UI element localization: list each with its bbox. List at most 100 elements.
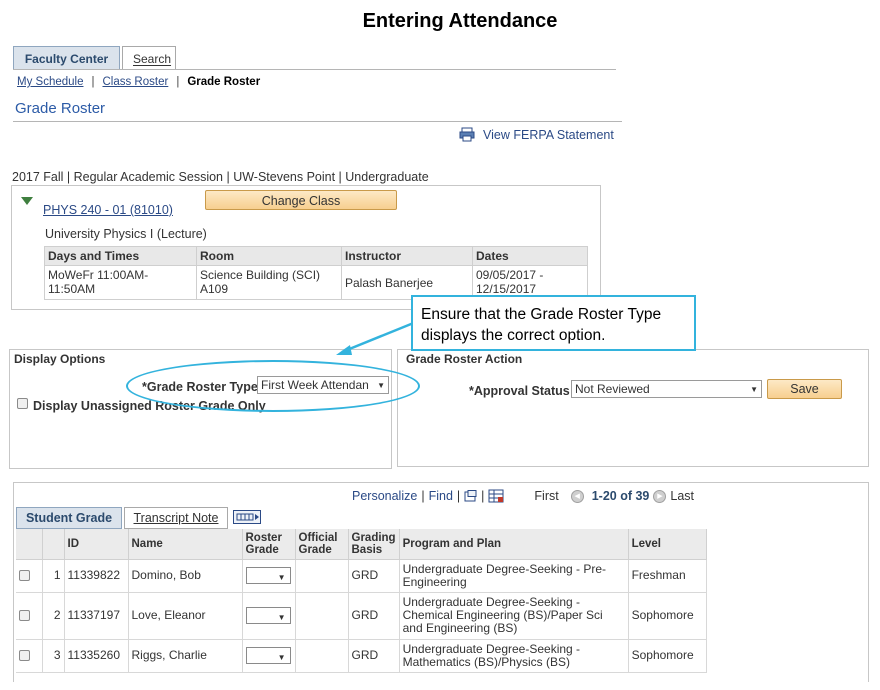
student-id: 11339822 bbox=[64, 559, 129, 593]
grid-navigation: Personalize | Find | | First ◀ 1-20 of 3… bbox=[352, 489, 694, 503]
column-header-program: Program and Plan bbox=[399, 529, 629, 560]
dropdown-arrow-icon: ▼ bbox=[750, 384, 758, 394]
tab-transcript-note[interactable]: Transcript Note bbox=[124, 507, 228, 529]
show-all-columns-icon[interactable] bbox=[233, 510, 261, 524]
table-row: 2 11337197 Love, Eleanor ▼ GRD Undergrad… bbox=[16, 592, 708, 640]
roster-grade-cell: ▼ bbox=[242, 559, 296, 593]
subnav-separator: | bbox=[91, 76, 95, 88]
class-description: University Physics I (Lecture) bbox=[45, 227, 207, 241]
meeting-days: MoWeFr 11:00AM-11:50AM bbox=[44, 265, 197, 300]
subnav-separator: | bbox=[176, 76, 180, 88]
find-link[interactable]: Find bbox=[429, 489, 453, 503]
dropdown-arrow-icon: ▼ bbox=[277, 613, 286, 622]
grading-basis: GRD bbox=[348, 639, 400, 673]
column-header-official-grade: Official Grade bbox=[295, 529, 349, 560]
meeting-room: Science Building (SCI) A109 bbox=[196, 265, 342, 300]
program-plan: Undergraduate Degree-Seeking - Pre-Engin… bbox=[399, 559, 629, 593]
last-label: Last bbox=[670, 489, 695, 503]
term-info: 2017 Fall | Regular Academic Session | U… bbox=[12, 170, 429, 184]
roster-grade-select[interactable]: ▼ bbox=[245, 647, 291, 664]
row-number: 2 bbox=[42, 592, 65, 640]
class-link[interactable]: PHYS 240 - 01 (81010) bbox=[43, 203, 173, 217]
grade-roster-action-group bbox=[397, 349, 869, 467]
save-button[interactable]: Save bbox=[767, 379, 842, 399]
column-header-name: Name bbox=[128, 529, 243, 560]
row-select-cell bbox=[16, 639, 43, 673]
class-roster-link[interactable]: Class Roster bbox=[102, 76, 168, 88]
printer-icon bbox=[459, 127, 475, 142]
ferpa-link[interactable]: View FERPA Statement bbox=[459, 127, 614, 142]
nav-separator: | bbox=[456, 489, 461, 503]
meeting-header: Days and Times bbox=[44, 246, 197, 266]
meeting-header: Room bbox=[196, 246, 342, 266]
highlight-ellipse bbox=[126, 360, 420, 412]
official-grade bbox=[295, 592, 349, 640]
tab-search[interactable]: Search bbox=[122, 46, 176, 70]
column-header-level: Level bbox=[628, 529, 708, 560]
row-range: 1-20 of 39 bbox=[591, 489, 650, 503]
roster-grade-select[interactable]: ▼ bbox=[245, 567, 291, 584]
row-checkbox[interactable] bbox=[19, 570, 30, 581]
meeting-header: Dates bbox=[472, 246, 588, 266]
meeting-table: Days and Times Room Instructor Dates MoW… bbox=[44, 246, 588, 300]
tab-transcript-note-label: Transcript Note bbox=[133, 511, 219, 525]
tab-student-grade[interactable]: Student Grade bbox=[16, 507, 122, 529]
columns-icon bbox=[236, 513, 259, 521]
my-schedule-link[interactable]: My Schedule bbox=[17, 76, 83, 88]
next-icon[interactable]: ▶ bbox=[653, 489, 667, 503]
document-title: Entering Attendance bbox=[362, 10, 558, 32]
student-id: 11337197 bbox=[64, 592, 129, 640]
nav-separator: | bbox=[421, 489, 425, 503]
approval-status-select[interactable]: Not Reviewed ▼ bbox=[571, 380, 762, 398]
program-plan: Undergraduate Degree-Seeking - Mathemati… bbox=[399, 639, 629, 673]
student-level: Sophomore bbox=[628, 592, 708, 640]
column-header-select bbox=[16, 529, 43, 560]
row-select-cell bbox=[16, 592, 43, 640]
row-number: 3 bbox=[42, 639, 65, 673]
personalize-link[interactable]: Personalize bbox=[352, 489, 417, 503]
change-class-button[interactable]: Change Class bbox=[205, 190, 397, 210]
column-header-roster-grade: Roster Grade bbox=[242, 529, 296, 560]
row-checkbox[interactable] bbox=[19, 650, 30, 661]
display-options-heading: Display Options bbox=[14, 352, 106, 366]
table-row: 1 11339822 Domino, Bob ▼ GRD Undergradua… bbox=[16, 559, 708, 593]
student-level: Sophomore bbox=[628, 639, 708, 673]
callout-box: Ensure that the Grade Roster Type displa… bbox=[411, 295, 696, 351]
program-plan: Undergraduate Degree-Seeking - Chemical … bbox=[399, 592, 629, 640]
first-label: First bbox=[534, 489, 559, 503]
column-header-num bbox=[42, 529, 65, 560]
roster-grade-select[interactable]: ▼ bbox=[245, 607, 291, 624]
nav-separator: | bbox=[481, 489, 485, 503]
student-name: Love, Eleanor bbox=[128, 592, 243, 640]
dropdown-arrow-icon: ▼ bbox=[277, 573, 286, 582]
tab-faculty-center[interactable]: Faculty Center bbox=[13, 46, 120, 70]
row-checkbox[interactable] bbox=[19, 610, 30, 621]
approval-status-label: *Approval Status bbox=[469, 384, 570, 398]
collapse-triangle-icon[interactable] bbox=[21, 197, 33, 205]
student-level: Freshman bbox=[628, 559, 708, 593]
grading-basis: GRD bbox=[348, 592, 400, 640]
new-window-icon[interactable] bbox=[464, 490, 477, 502]
meeting-header: Instructor bbox=[341, 246, 473, 266]
unassigned-checkbox[interactable] bbox=[17, 398, 28, 409]
dropdown-arrow-icon: ▼ bbox=[277, 653, 286, 662]
sub-navigation: My Schedule | Class Roster | Grade Roster bbox=[17, 76, 260, 88]
title-divider bbox=[13, 121, 622, 122]
spreadsheet-icon[interactable] bbox=[488, 489, 504, 503]
official-grade bbox=[295, 639, 349, 673]
callout-arrow-icon bbox=[336, 320, 417, 355]
student-name: Riggs, Charlie bbox=[128, 639, 243, 673]
official-grade bbox=[295, 559, 349, 593]
previous-icon[interactable]: ◀ bbox=[570, 489, 584, 503]
page-title: Grade Roster bbox=[15, 100, 106, 117]
table-row: 3 11335260 Riggs, Charlie ▼ GRD Undergra… bbox=[16, 639, 708, 673]
grading-basis: GRD bbox=[348, 559, 400, 593]
column-header-grading-basis: Grading Basis bbox=[348, 529, 400, 560]
roster-grade-cell: ▼ bbox=[242, 639, 296, 673]
row-number: 1 bbox=[42, 559, 65, 593]
column-header-id: ID bbox=[64, 529, 129, 560]
grade-roster-action-heading: Grade Roster Action bbox=[406, 352, 523, 366]
tab-divider bbox=[13, 69, 616, 70]
student-id: 11335260 bbox=[64, 639, 129, 673]
row-select-cell bbox=[16, 559, 43, 593]
